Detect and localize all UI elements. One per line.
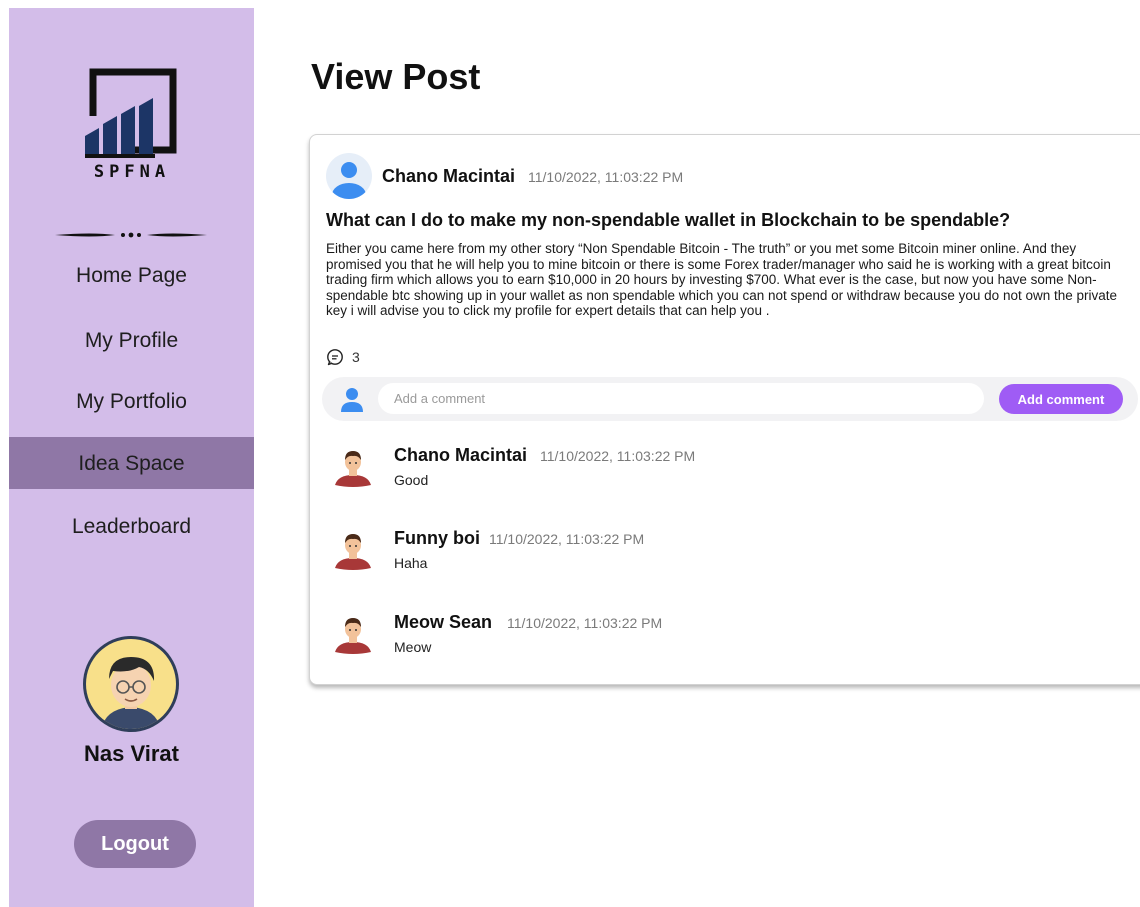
comment-author[interactable]: Funny boi [394, 528, 480, 549]
post-body: Either you came here from my other story… [326, 241, 1118, 318]
logo-text: SPFNA [93, 162, 171, 182]
current-user-avatar-icon [341, 388, 363, 412]
post-title: What can I do to make my non-spendable w… [326, 210, 1011, 230]
logo-chart-icon [85, 68, 177, 158]
comment-author[interactable]: Chano Macintai [394, 445, 527, 466]
comment-composer: Add comment [322, 377, 1138, 421]
nav-home-page[interactable]: Home Page [9, 261, 254, 291]
spfna-logo[interactable]: SPFNA [85, 66, 179, 190]
commenter-avatar-icon [335, 534, 371, 570]
post-author[interactable]: Chano Macintai [382, 166, 515, 187]
nav-idea-space[interactable]: Idea Space [9, 437, 254, 489]
user-avatar[interactable] [79, 635, 183, 733]
nav-leaderboard[interactable]: Leaderboard [9, 512, 254, 542]
comment-timestamp: 11/10/2022, 11:03:22 PM [540, 448, 696, 464]
nav-my-profile[interactable]: My Profile [9, 326, 254, 356]
user-name: Nas Virat [84, 741, 179, 766]
app-root: SPFNA Home Page My Profile My Portfolio … [0, 0, 1140, 907]
post-card: Chano Macintai 11/10/2022, 11:03:22 PM W… [309, 134, 1140, 685]
author-avatar-icon[interactable] [326, 153, 372, 199]
nav-my-portfolio[interactable]: My Portfolio [9, 387, 254, 417]
comment-text: Good [394, 472, 429, 488]
comment-bubble-icon [327, 349, 343, 366]
ornamental-divider [55, 232, 207, 238]
page-title: View Post [311, 56, 481, 97]
comment-item: Funny boi 11/10/2022, 11:03:22 PM Haha [332, 528, 1112, 588]
sidebar: SPFNA Home Page My Profile My Portfolio … [9, 8, 254, 907]
post-timestamp: 11/10/2022, 11:03:22 PM [528, 169, 684, 185]
comment-item: Chano Macintai 11/10/2022, 11:03:22 PM G… [332, 445, 1112, 505]
commenter-avatar-icon [335, 451, 371, 487]
add-comment-button[interactable]: Add comment [999, 384, 1123, 414]
comment-author[interactable]: Meow Sean [394, 612, 492, 633]
logout-button[interactable]: Logout [74, 820, 196, 868]
comment-count-group[interactable]: 3 [326, 347, 360, 367]
commenter-avatar-icon [335, 618, 371, 654]
comment-input[interactable] [378, 383, 984, 414]
comment-text: Haha [394, 555, 428, 571]
comment-text: Meow [394, 639, 432, 655]
comment-timestamp: 11/10/2022, 11:03:22 PM [507, 615, 663, 631]
comment-item: Meow Sean 11/10/2022, 11:03:22 PM Meow [332, 612, 1112, 672]
comment-timestamp: 11/10/2022, 11:03:22 PM [489, 531, 645, 547]
comment-count: 3 [352, 349, 360, 365]
